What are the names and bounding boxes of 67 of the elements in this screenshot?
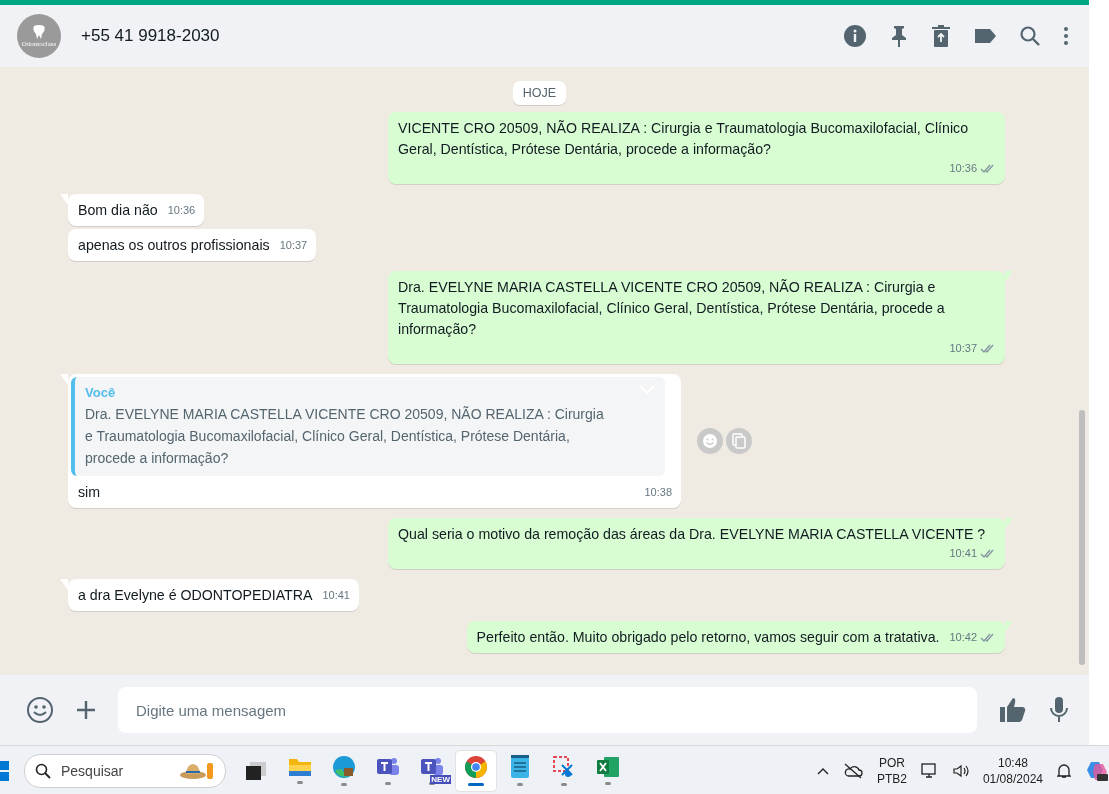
new-badge: NEW xyxy=(430,774,451,784)
info-icon[interactable] xyxy=(843,24,867,48)
double-check-icon xyxy=(980,163,996,174)
clock-time: 10:48 xyxy=(997,754,1028,771)
message-text: Perfeito então. Muito obrigado pelo retorno, vamos seguir com a tratativa. xyxy=(476,628,940,647)
double-check-icon xyxy=(980,548,996,559)
keyboard-layout: PTB2 xyxy=(876,770,907,787)
message-time: 10:41 xyxy=(949,546,977,561)
message-text: VICENTE CRO 20509, NÃO REALIZA : Cirurgia e Traumatologia Bucomaxilofacial, Clínico Geral, Dentística, Prótese Dentária, procede a informação? xyxy=(398,119,970,159)
task-view-icon xyxy=(245,760,267,781)
microphone-icon[interactable] xyxy=(1049,696,1069,724)
taskbar-search[interactable]: Pesquisar xyxy=(24,753,226,788)
folder-icon xyxy=(288,757,312,777)
label-icon[interactable] xyxy=(973,27,997,45)
team-chat-icon xyxy=(376,756,400,778)
speaker-icon[interactable] xyxy=(952,763,969,778)
search-icon xyxy=(35,762,51,779)
plus-icon[interactable] xyxy=(76,700,96,720)
message-input[interactable]: Digite uma mensagem xyxy=(118,687,977,733)
smiley-icon xyxy=(702,433,718,449)
cloud-offline-icon[interactable] xyxy=(842,762,863,779)
double-check-icon xyxy=(980,632,996,643)
chevron-up-icon[interactable] xyxy=(816,766,829,775)
double-check-icon xyxy=(980,343,996,354)
keyboard-language[interactable]: POR PTB2 xyxy=(876,754,907,787)
quoted-message[interactable]: Você Dra. EVELYNE MARIA CASTELLA VICENTE CRO 20509, NÃO REALIZA : Cirurgia e Traumatologia Bucomaxilofacial, Clínico Geral, Dentística, Prótese Dentária, procede a informação? xyxy=(71,377,665,476)
search-icon[interactable] xyxy=(1019,25,1041,47)
windows-logo-icon[interactable] xyxy=(0,759,10,782)
search-placeholder: Pesquisar xyxy=(61,762,125,779)
menu-icon[interactable] xyxy=(1063,26,1069,46)
tooth-icon xyxy=(31,24,47,40)
scrollbar-thumb[interactable] xyxy=(1079,410,1085,665)
message-time: 10:41 xyxy=(322,588,350,603)
message-time: 10:38 xyxy=(644,485,672,500)
browser-icon xyxy=(332,755,356,779)
date-chip: HOJE xyxy=(512,81,567,105)
message-time: 10:36 xyxy=(949,161,977,176)
message-time: 10:37 xyxy=(949,341,977,356)
browser-icon xyxy=(464,755,488,779)
message-text: a dra Evelyne é ODONTOPEDIATRA xyxy=(78,586,313,605)
message-text: apenas os outros profissionais xyxy=(78,236,270,255)
emoji-icon[interactable] xyxy=(26,696,54,724)
clock[interactable]: 10:48 01/08/2024 xyxy=(982,754,1043,787)
spreadsheet-icon xyxy=(596,756,620,778)
pin-icon[interactable] xyxy=(889,24,909,48)
thumbs-up-icon[interactable] xyxy=(999,697,1027,723)
message-time: 10:36 xyxy=(167,203,196,218)
message-text: Bom dia não xyxy=(78,201,158,220)
assistant-icon[interactable] xyxy=(1085,759,1109,782)
network-icon[interactable] xyxy=(920,762,939,779)
trash-icon[interactable] xyxy=(931,24,951,48)
notepad-icon xyxy=(510,755,530,779)
scissors-icon xyxy=(552,755,576,779)
clock-date: 01/08/2024 xyxy=(982,770,1043,787)
contact-name: +55 41 9918-2030 xyxy=(81,26,221,46)
language-code: POR xyxy=(878,754,905,771)
taskbar-app[interactable]: NEW xyxy=(412,750,452,791)
message-time: 10:37 xyxy=(279,238,308,253)
message-text: sim xyxy=(78,483,101,502)
message-text: Dra. EVELYNE MARIA CASTELLA VICENTE CRO 20509, NÃO REALIZA : Cirurgia e Traumatologia Bucomaxilofacial, Clínico Geral, Dentística, Prótese Dentária, procede a informação? xyxy=(398,278,946,339)
quote-author: Você xyxy=(85,384,117,402)
quote-text: Dra. EVELYNE MARIA CASTELLA VICENTE CRO 20509, NÃO REALIZA : Cirurgia e Traumatologia Bucomaxilofacial, Clínico Geral, Dentística, Prótese Dentária, procede a informação? xyxy=(85,405,605,468)
team-chat-icon xyxy=(420,756,444,778)
message-text: Qual seria o motivo da remoção das áreas da Dra. EVELYNE MARIA CASTELLA VICENTE ? xyxy=(398,525,986,544)
bell-icon[interactable] xyxy=(1057,762,1071,779)
message-time: 10:42 xyxy=(949,630,977,645)
copy-icon xyxy=(731,433,747,449)
